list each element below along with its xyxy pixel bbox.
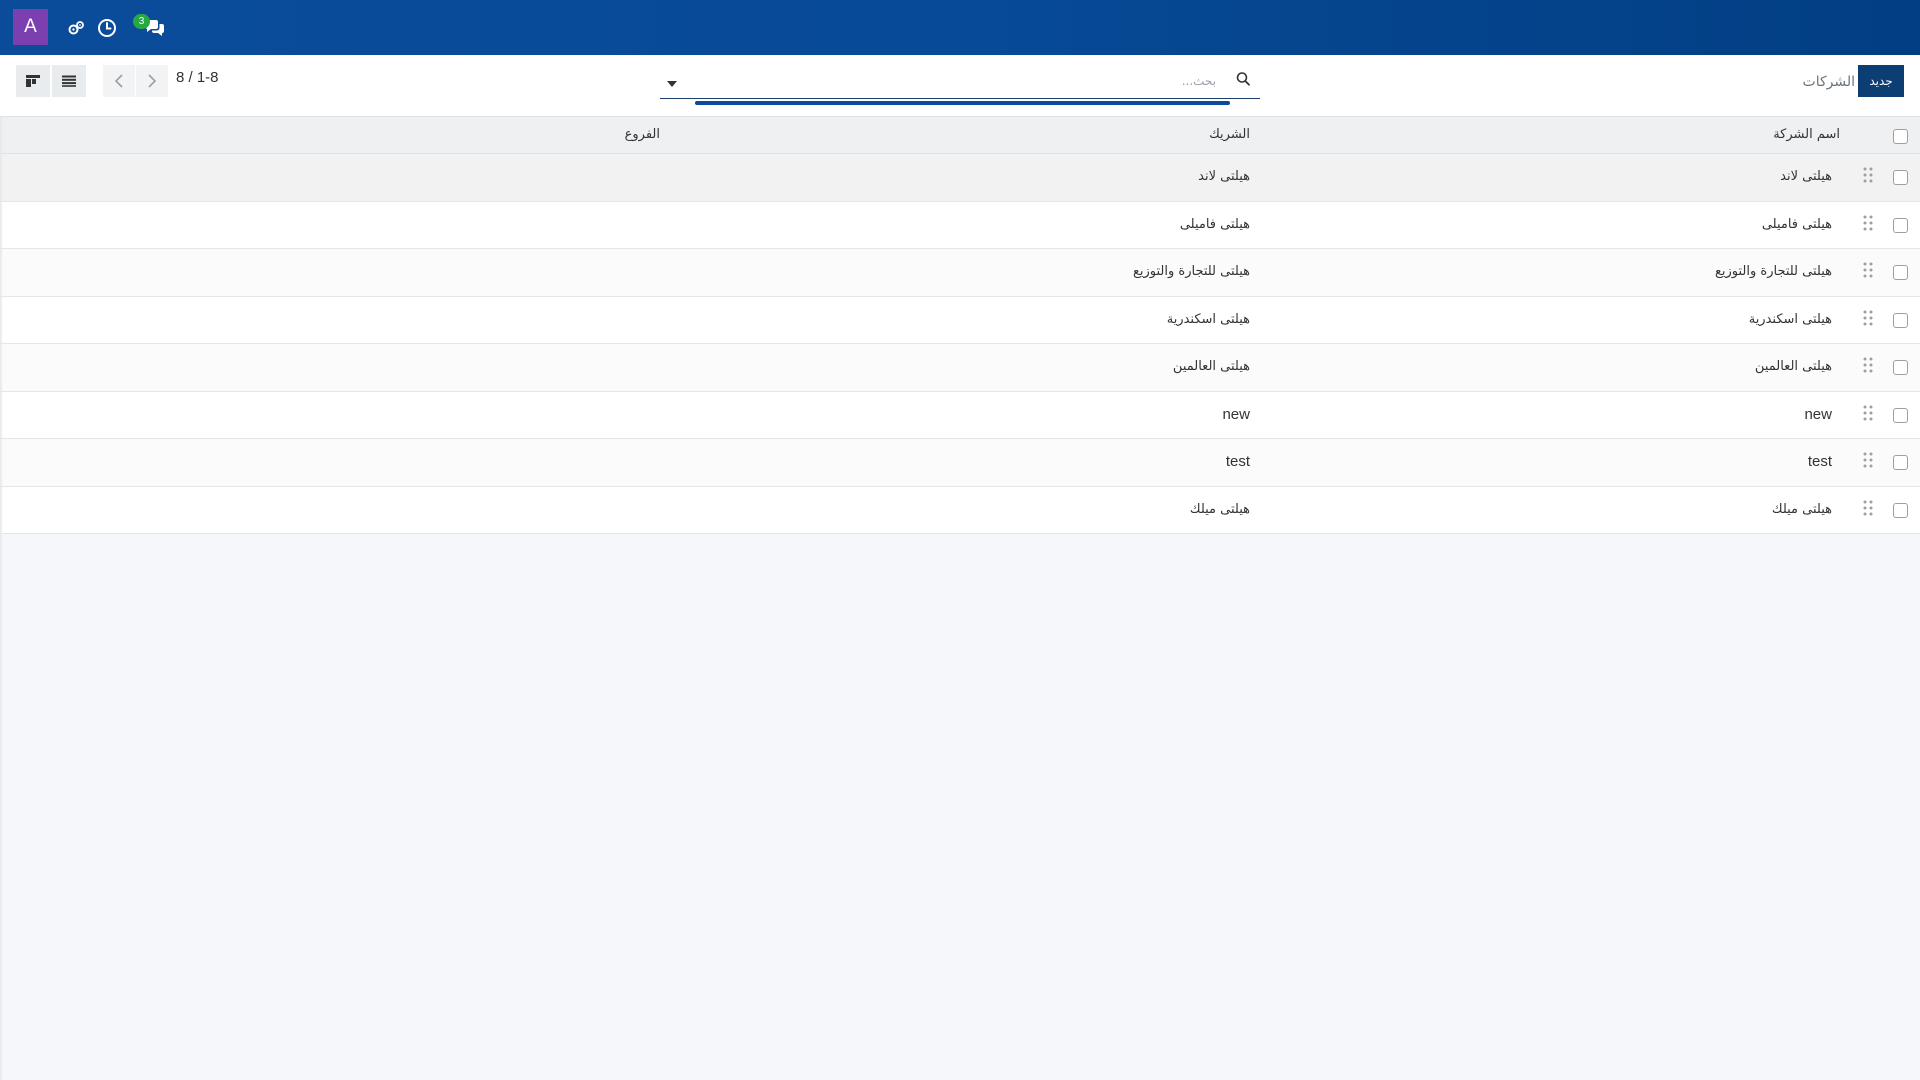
table-row[interactable]: هيلتى فاميلى هيلتى فاميلى (0, 201, 1920, 249)
drag-handle-icon[interactable] (1862, 451, 1874, 469)
column-header-company-name[interactable]: اسم الشركة (1773, 127, 1840, 142)
row-checkbox[interactable] (1893, 217, 1908, 233)
chevron-right-icon (148, 74, 157, 88)
search-bar (660, 67, 1260, 105)
row-checkbox[interactable] (1893, 455, 1908, 470)
cell-partner: هيلتى فاميلى (1179, 216, 1250, 232)
cell-partner: هيلتى لاند (1198, 169, 1250, 184)
drag-handle-icon[interactable] (1862, 166, 1874, 184)
drag-handle-icon[interactable] (1862, 404, 1874, 422)
cell-company-name: هيلتى لاند (1780, 169, 1832, 184)
drag-handle-icon[interactable] (1862, 214, 1874, 232)
cell-partner: هيلتى العالمين (1172, 359, 1250, 374)
top-navbar: A 3 (0, 0, 1920, 55)
companies-table: اسم الشركة الشريك الفروع هيلتى لاند هيلت… (0, 117, 1920, 534)
pager-next-button[interactable] (136, 65, 168, 97)
cell-company-name: test (1807, 453, 1832, 470)
list-view-icon (62, 75, 76, 87)
breadcrumb: الشركات (1802, 74, 1855, 90)
settings-gears-icon[interactable] (64, 16, 88, 40)
cell-company-name: هيلتى للتجارة والتوزيع (1714, 264, 1832, 279)
new-button[interactable]: جديد (1858, 65, 1904, 97)
row-checkbox[interactable] (1893, 312, 1908, 328)
drag-handle-icon[interactable] (1862, 261, 1874, 279)
cell-company-name: new (1804, 405, 1832, 423)
search-icon[interactable] (1235, 71, 1253, 89)
table-row[interactable]: هيلتى لاند هيلتى لاند (0, 154, 1920, 202)
table-row[interactable]: هيلتى للتجارة والتوزيع هيلتى للتجارة وال… (0, 249, 1920, 297)
table-row[interactable]: هيلتى ميلك هيلتى ميلك (0, 486, 1920, 534)
row-checkbox[interactable] (1893, 360, 1908, 375)
search-input[interactable] (696, 69, 1216, 93)
cell-partner: test (1225, 453, 1250, 470)
pager-previous-button[interactable] (103, 65, 135, 97)
kanban-view-button[interactable] (16, 65, 50, 97)
cell-company-name: هيلتى اسكندرية (1748, 311, 1832, 327)
messages-badge: 3 (133, 14, 150, 29)
table-row[interactable]: هيلتى اسكندرية هيلتى اسكندرية (0, 296, 1920, 344)
row-checkbox[interactable] (1893, 170, 1908, 185)
cell-company-name: هيلتى ميلك (1771, 501, 1832, 517)
cell-company-name: هيلتى فاميلى (1761, 216, 1832, 232)
table-header: اسم الشركة الشريك الفروع (0, 117, 1920, 154)
search-options-toggle[interactable] (666, 75, 678, 87)
select-all-checkbox[interactable] (1893, 129, 1908, 144)
clock-icon[interactable] (95, 16, 119, 40)
table-row[interactable]: new new (0, 391, 1920, 439)
drag-handle-icon[interactable] (1862, 309, 1874, 327)
kanban-view-icon (26, 75, 40, 87)
pager-value[interactable]: 8 / 1-8 (176, 69, 219, 86)
caret-down-icon (667, 81, 677, 87)
search-focus-bar (695, 101, 1230, 105)
avatar[interactable]: A (13, 9, 48, 45)
table-row[interactable]: test test (0, 439, 1920, 487)
cell-company-name: هيلتى العالمين (1754, 359, 1832, 374)
list-view-button[interactable] (52, 65, 86, 97)
left-edge-shadow (0, 117, 3, 1080)
drag-handle-icon[interactable] (1862, 356, 1874, 374)
drag-handle-icon[interactable] (1862, 499, 1874, 517)
cell-partner: هيلتى للتجارة والتوزيع (1132, 264, 1250, 279)
cell-partner: هيلتى اسكندرية (1166, 311, 1250, 327)
control-panel: 8 / 1-8 الشركات جديد (0, 55, 1920, 117)
column-header-branches[interactable]: الفروع (625, 127, 660, 142)
chevron-left-icon (114, 74, 123, 88)
row-checkbox[interactable] (1893, 265, 1908, 280)
column-header-partner[interactable]: الشريك (1209, 127, 1250, 142)
row-checkbox[interactable] (1893, 407, 1908, 423)
cell-partner: هيلتى ميلك (1189, 501, 1250, 517)
row-checkbox[interactable] (1893, 502, 1908, 518)
table-row[interactable]: هيلتى العالمين هيلتى العالمين (0, 344, 1920, 392)
cell-partner: new (1222, 405, 1250, 423)
